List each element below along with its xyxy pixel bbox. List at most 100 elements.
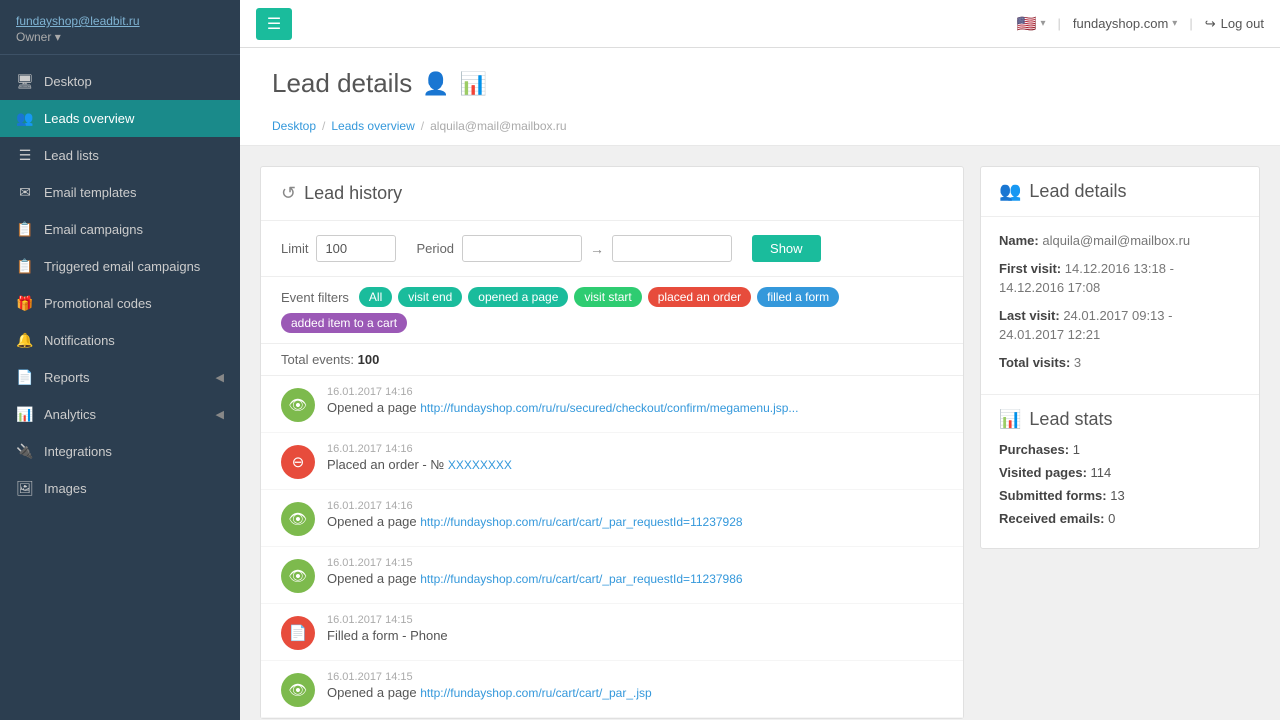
images-icon: 🖼 (16, 480, 34, 497)
lead-lists-icon: ☰ (16, 147, 34, 164)
notifications-icon: 🔔 (16, 332, 34, 349)
total-visits-value: 3 (1074, 355, 1081, 370)
lead-stats-section: 📊 Lead stats Purchases: 1 Visited pages: … (981, 395, 1259, 548)
topbar-flag-selector[interactable]: 🇺🇸 ▾ (1017, 14, 1046, 34)
person-icon: 👤 (422, 71, 449, 97)
event-filter-placed-order[interactable]: placed an order (648, 287, 751, 307)
show-button[interactable]: Show (752, 235, 821, 262)
event-icon: 👁 (281, 673, 315, 707)
page-title-area: Lead details 👤 📊 Desktop / Leads overvie… (240, 48, 1280, 146)
event-link[interactable]: http://fundayshop.com/ru/cart/cart/_par_… (420, 515, 742, 529)
event-time: 16.01.2017 14:15 (327, 671, 943, 683)
event-time: 16.01.2017 14:15 (327, 614, 943, 626)
event-description: Filled a form - Phone (327, 628, 943, 643)
main-content: ☰ 🇺🇸 ▾ | fundayshop.com ▾ | ↪ Log out Le… (240, 0, 1280, 720)
breadcrumb-current: alquila@mail@mailbox.ru (430, 119, 566, 133)
total-visits-row: Total visits: 3 (999, 353, 1241, 373)
event-filter-added-cart[interactable]: added item to a cart (281, 313, 407, 333)
event-icon: ⊖ (281, 445, 315, 479)
topbar-domain-selector[interactable]: fundayshop.com ▾ (1073, 16, 1177, 31)
event-icon: 👁 (281, 502, 315, 536)
integrations-icon: 🔌 (16, 443, 34, 460)
sidebar-item-lead-lists[interactable]: ☰ Lead lists (0, 137, 240, 174)
events-list: 👁16.01.2017 14:16Opened a page http://fu… (261, 376, 963, 718)
event-time: 16.01.2017 14:16 (327, 500, 943, 512)
event-link[interactable]: XXXXXXXX (448, 458, 512, 472)
event-link[interactable]: http://fundayshop.com/ru/ru/secured/chec… (420, 401, 798, 415)
sidebar-nav: 🖥Desktop👥Leads overview ☰ Lead lists ✉ Email… (0, 55, 240, 515)
breadcrumb-leads-overview[interactable]: Leads overview (331, 119, 414, 133)
lead-name-value: alquila@mail@mailbox.ru (1042, 233, 1190, 248)
sidebar-item-images[interactable]: 🖼Images (0, 470, 240, 507)
limit-input[interactable] (316, 235, 396, 262)
period-start-input[interactable] (462, 235, 582, 262)
event-filters-row: Event filters Allvisit endopened a pagev… (261, 277, 963, 344)
lead-stats-icon: 📊 (999, 409, 1021, 430)
sidebar: fundayshop@leadbit.ru Owner ▾ 🖥Desktop👥L… (0, 0, 240, 720)
sidebar-item-label-reports: Reports (44, 370, 90, 385)
total-events-row: Total events: 100 (261, 344, 963, 376)
event-filter-visit-end[interactable]: visit end (398, 287, 462, 307)
history-icon: ↺ (281, 183, 296, 204)
topbar: ☰ 🇺🇸 ▾ | fundayshop.com ▾ | ↪ Log out (240, 0, 1280, 48)
event-time: 16.01.2017 14:15 (327, 557, 943, 569)
limit-label: Limit (281, 241, 308, 256)
sidebar-item-triggered-email-campaigns[interactable]: 📋Triggered email campaigns (0, 248, 240, 285)
sidebar-user-email[interactable]: fundayshop@leadbit.ru (16, 14, 224, 28)
sidebar-user-role: Owner ▾ (16, 30, 224, 44)
event-filter-all[interactable]: All (359, 287, 392, 307)
analytics-icon: 📊 (16, 406, 34, 423)
email-templates-icon: ✉ (16, 184, 34, 201)
content-grid: ↺ Lead history Limit Period → Sho (240, 146, 1280, 720)
event-icon: 👁 (281, 559, 315, 593)
event-icon: 👁 (281, 388, 315, 422)
event-filter-visit-start[interactable]: visit start (574, 287, 641, 307)
period-label: Period (416, 241, 454, 256)
sidebar-item-label-integrations: Integrations (44, 444, 112, 459)
period-end-input[interactable] (612, 235, 732, 262)
total-events-count: 100 (358, 352, 380, 367)
sidebar-item-email-templates[interactable]: ✉ Email templates (0, 174, 240, 211)
lead-history-panel: ↺ Lead history Limit Period → Sho (260, 166, 964, 719)
chart-icon: 📊 (460, 71, 487, 97)
sidebar-item-desktop[interactable]: 🖥Desktop (0, 63, 240, 100)
lead-stat-row: Received emails: 0 (999, 511, 1241, 526)
sidebar-item-email-campaigns[interactable]: 📋Email campaigns (0, 211, 240, 248)
lead-stat-row: Purchases: 1 (999, 442, 1241, 457)
logout-button[interactable]: ↪ Log out (1205, 16, 1264, 32)
event-time: 16.01.2017 14:16 (327, 386, 943, 398)
lead-details-icon: 👥 (999, 181, 1021, 202)
sidebar-item-promotional-codes[interactable]: 🎁 Promotional codes (0, 285, 240, 322)
lead-history-header: ↺ Lead history (261, 167, 963, 221)
sidebar-item-label-promotional-codes: Promotional codes (44, 296, 152, 311)
event-list-item: 👁16.01.2017 14:15Opened a page http://fu… (261, 547, 963, 604)
event-icon: 📄 (281, 616, 315, 650)
sidebar-item-label-leads-overview: Leads overview (44, 111, 134, 126)
promotional-codes-icon: 🎁 (16, 295, 34, 312)
sidebar-item-integrations[interactable]: 🔌 Integrations (0, 433, 240, 470)
event-link[interactable]: http://fundayshop.com/ru/cart/cart/_par_… (420, 572, 742, 586)
limit-filter-group: Limit (281, 235, 396, 262)
lead-stat-row: Visited pages: 114 (999, 465, 1241, 480)
sidebar-item-label-email-templates: Email templates (44, 185, 136, 200)
event-list-item: 👁16.01.2017 14:15Opened a page http://fu… (261, 661, 963, 718)
menu-toggle-button[interactable]: ☰ (256, 8, 292, 40)
sidebar-item-analytics[interactable]: 📊Analytics◀ (0, 396, 240, 433)
sidebar-header: fundayshop@leadbit.ru Owner ▾ (0, 0, 240, 55)
domain-chevron-icon: ▾ (1172, 18, 1177, 29)
event-filter-opened-page[interactable]: opened a page (468, 287, 568, 307)
sidebar-item-notifications[interactable]: 🔔Notifications (0, 322, 240, 359)
page-title: Lead details 👤 📊 (272, 68, 1248, 111)
sidebar-item-label-lead-lists: Lead lists (44, 148, 99, 163)
event-link[interactable]: http://fundayshop.com/ru/cart/cart/_par_… (420, 686, 651, 700)
event-description: Placed an order - № XXXXXXXX (327, 457, 943, 472)
sidebar-item-leads-overview[interactable]: 👥Leads overview (0, 100, 240, 137)
flag-chevron-icon: ▾ (1040, 18, 1045, 29)
breadcrumb-desktop[interactable]: Desktop (272, 119, 316, 133)
sidebar-item-label-analytics: Analytics (44, 407, 96, 422)
sidebar-item-reports[interactable]: 📄Reports◀ (0, 359, 240, 396)
lead-stats-rows: Purchases: 1Visited pages: 114Submitted … (999, 442, 1241, 526)
event-filter-filled-form[interactable]: filled a form (757, 287, 839, 307)
lead-stats-title: Lead stats (1029, 409, 1112, 430)
lead-details-info: Name: alquila@mail@mailbox.ru First visi… (981, 217, 1259, 395)
